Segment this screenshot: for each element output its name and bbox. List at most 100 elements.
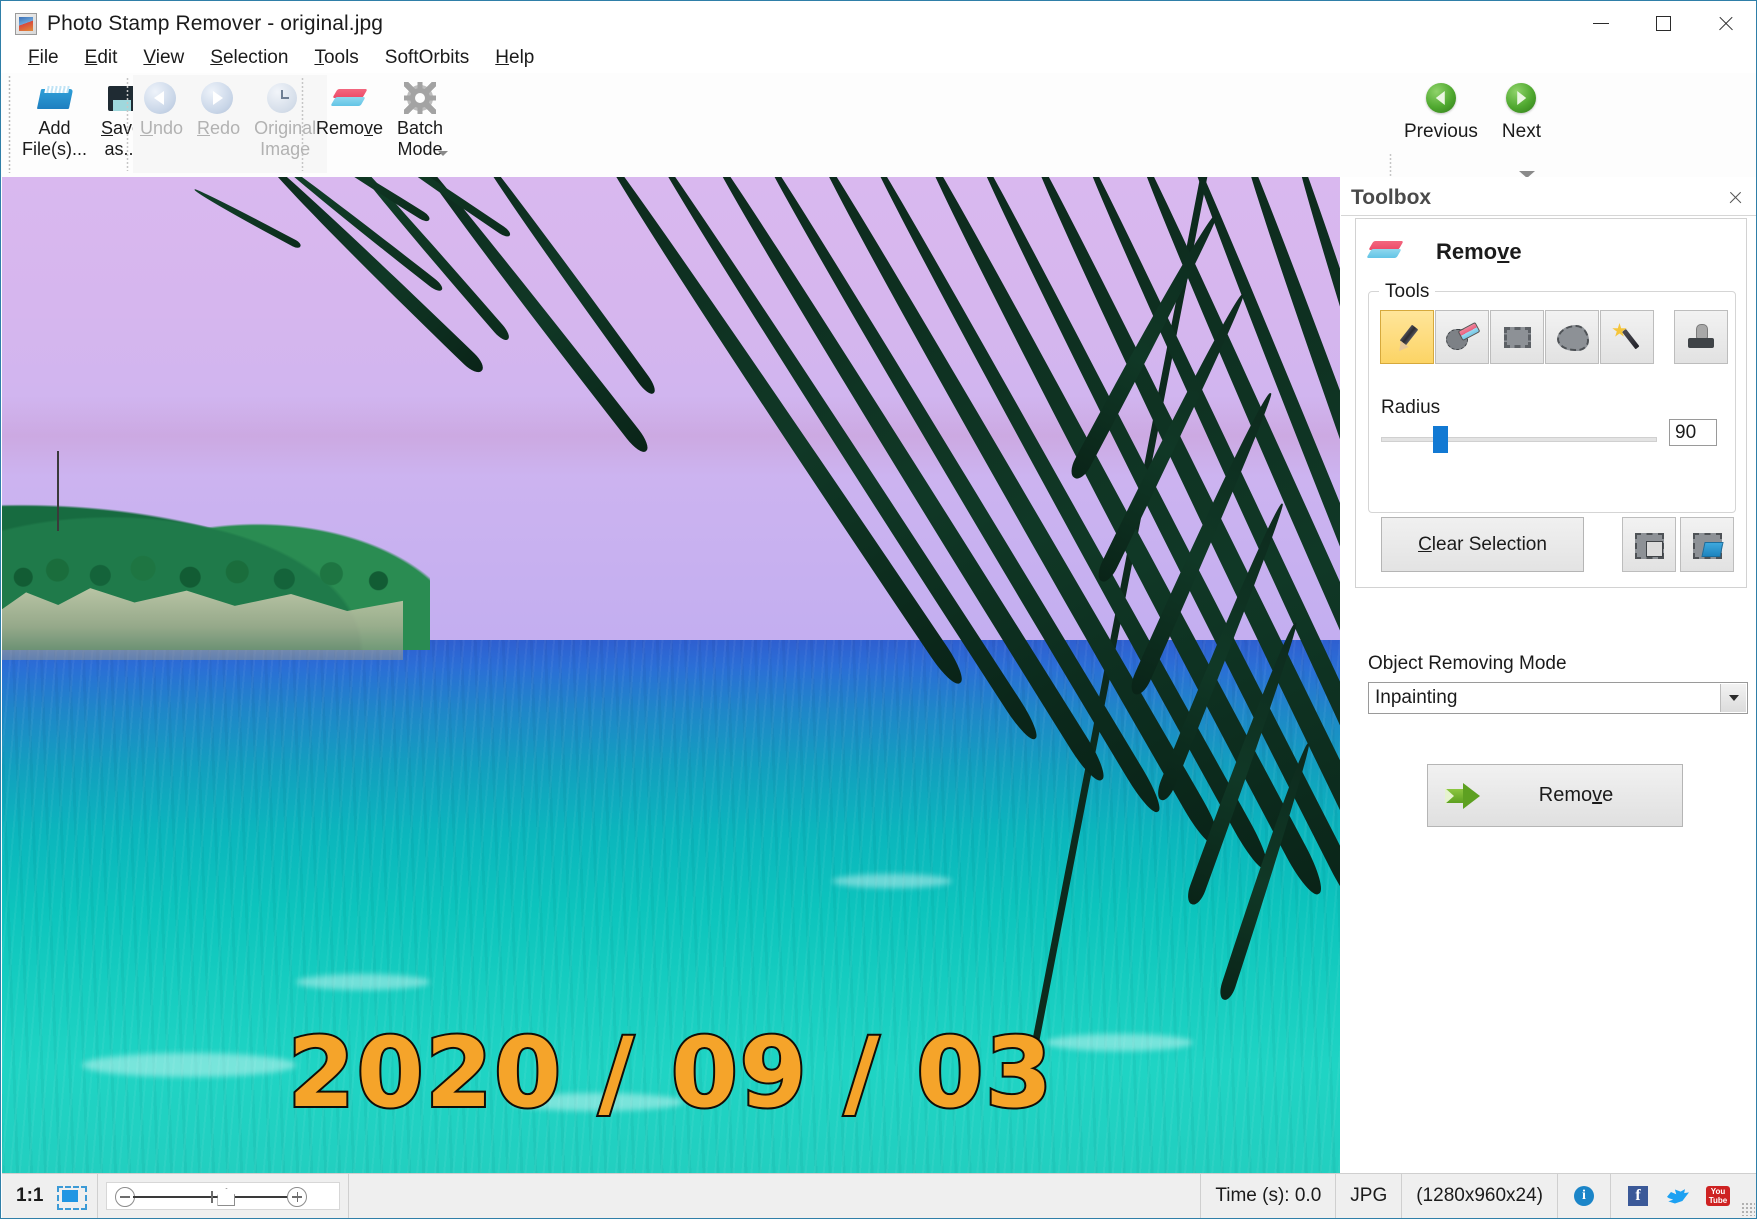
- redo-label: Redo: [197, 118, 240, 139]
- undo-arrow-icon: [144, 81, 180, 115]
- menu-item-help[interactable]: Help: [482, 45, 547, 71]
- eraser-tool-icon: [1446, 322, 1478, 352]
- lasso-tool-button[interactable]: [1545, 310, 1599, 364]
- ribbon-group-history: Undo Redo Original Image: [133, 75, 327, 173]
- object-removing-mode-label: Object Removing Mode: [1368, 653, 1567, 675]
- app-icon: [15, 13, 37, 35]
- undo-label: Undo: [140, 118, 183, 139]
- remove-action-button[interactable]: Remove: [1427, 764, 1683, 827]
- window-controls: [1570, 1, 1756, 46]
- fit-to-screen-icon: [57, 1186, 83, 1206]
- menu-item-softorbits[interactable]: SoftOrbits: [372, 45, 482, 71]
- youtube-button[interactable]: You Tube: [1705, 1183, 1731, 1209]
- eraser-tool-button[interactable]: [1435, 310, 1489, 364]
- tools-group-legend: Tools: [1379, 281, 1435, 303]
- twitter-button[interactable]: [1665, 1183, 1691, 1209]
- status-bar: 1:1 Time (s): 0.0 JPG (1280x960x24) i f: [2, 1173, 1757, 1218]
- toolbox-close-button[interactable]: [1722, 185, 1748, 209]
- facebook-button[interactable]: f: [1625, 1183, 1651, 1209]
- stamp-tool-button[interactable]: [1674, 310, 1728, 364]
- object-removing-mode-select[interactable]: Inpainting: [1368, 682, 1748, 714]
- menu-item-selection[interactable]: Selection: [197, 45, 301, 71]
- green-right-arrow-icon: [1506, 83, 1536, 113]
- status-bar-spacer: [349, 1174, 1201, 1219]
- minimize-button[interactable]: [1570, 1, 1632, 46]
- fit-to-screen-button[interactable]: [53, 1174, 98, 1219]
- rectangle-tool-button[interactable]: [1490, 310, 1544, 364]
- close-icon: [1717, 15, 1734, 32]
- remove-card-title: Remove: [1436, 239, 1522, 265]
- folder-icon: [37, 81, 73, 115]
- remove-action-label: Remove: [1470, 784, 1682, 807]
- zoom-out-icon[interactable]: [115, 1187, 135, 1207]
- eraser-icon: [1368, 233, 1408, 271]
- brush-tool-button[interactable]: [1380, 310, 1434, 364]
- pencil-icon: [1392, 322, 1422, 352]
- redo-button[interactable]: Redo: [190, 75, 247, 139]
- redo-arrow-icon: [201, 81, 237, 115]
- radius-slider-track: [1381, 437, 1657, 442]
- chevron-down-icon[interactable]: [1720, 684, 1746, 712]
- tool-button-row: [1380, 310, 1654, 364]
- ribbon-separator-1: [126, 77, 129, 171]
- zoom-slider-thumb[interactable]: [217, 1188, 235, 1206]
- menu-item-view[interactable]: View: [130, 45, 197, 71]
- toolbox-title: Toolbox: [1351, 186, 1431, 210]
- minimize-icon: [1593, 23, 1609, 24]
- chevron-down-icon[interactable]: [438, 151, 448, 156]
- ribbon-toolbar: Add File(s)... Saveas... Undo Redo Origi…: [1, 73, 1756, 177]
- zoom-slider[interactable]: [106, 1182, 340, 1210]
- save-selection-icon: [1635, 533, 1663, 557]
- previous-label: Previous: [1404, 121, 1478, 143]
- maximize-button[interactable]: [1632, 1, 1694, 46]
- menu-item-tools[interactable]: Tools: [301, 45, 371, 71]
- zoom-slider-track: [133, 1196, 293, 1198]
- image-canvas[interactable]: 2020 / 09 / 03: [2, 177, 1340, 1173]
- menu-bar: File Edit View Selection Tools SoftOrbit…: [1, 43, 1756, 73]
- next-label: Next: [1502, 121, 1541, 143]
- info-button[interactable]: i: [1558, 1174, 1611, 1219]
- previous-button[interactable]: Previous: [1404, 83, 1478, 143]
- eraser-icon: [332, 81, 368, 115]
- menu-item-edit[interactable]: Edit: [72, 45, 131, 71]
- rectangle-select-icon: [1504, 327, 1531, 348]
- close-button[interactable]: [1694, 1, 1756, 46]
- next-button[interactable]: Next: [1502, 83, 1541, 143]
- radius-label: Radius: [1381, 397, 1440, 419]
- tools-groupbox: Tools: [1368, 291, 1736, 513]
- zoom-in-icon[interactable]: [287, 1187, 307, 1207]
- gear-icon: [402, 81, 438, 115]
- radius-value-input[interactable]: 90: [1669, 419, 1717, 446]
- radius-slider-thumb[interactable]: [1433, 426, 1448, 453]
- window-title: Photo Stamp Remover - original.jpg: [47, 12, 383, 36]
- load-selection-button[interactable]: [1680, 517, 1734, 572]
- original-image-label: Original Image: [254, 118, 316, 160]
- save-selection-button[interactable]: [1622, 517, 1676, 572]
- batch-mode-label: Batch Mode: [397, 118, 443, 160]
- object-removing-mode-value: Inpainting: [1369, 687, 1457, 709]
- clock-icon: [267, 81, 303, 115]
- ribbon-drag-handle[interactable]: [8, 75, 11, 173]
- stamp-icon: [1687, 323, 1715, 351]
- remove-ribbon-button[interactable]: Remove: [309, 75, 390, 139]
- menu-item-file[interactable]: File: [15, 45, 72, 71]
- twitter-icon: [1667, 1187, 1689, 1205]
- radius-slider[interactable]: [1381, 429, 1657, 449]
- photo-image: 2020 / 09 / 03: [2, 177, 1340, 1173]
- clear-selection-button[interactable]: Clear Selection: [1381, 517, 1584, 572]
- undo-button[interactable]: Undo: [133, 75, 190, 139]
- resize-grip[interactable]: [1741, 1202, 1755, 1216]
- green-double-arrow-icon: [1444, 782, 1484, 810]
- remove-ribbon-label: Remove: [316, 118, 383, 139]
- zoom-slider-cell: [98, 1174, 349, 1219]
- load-selection-icon: [1693, 533, 1721, 557]
- green-left-arrow-icon: [1426, 83, 1456, 113]
- zoom-ratio-label[interactable]: 1:1: [2, 1174, 53, 1219]
- toolbox-divider: [1341, 215, 1756, 216]
- batch-mode-button[interactable]: Batch Mode: [390, 75, 450, 160]
- remove-card-header: Remove: [1368, 233, 1522, 271]
- add-files-button[interactable]: Add File(s)...: [15, 75, 94, 160]
- magic-wand-icon: [1612, 322, 1642, 352]
- magic-wand-tool-button[interactable]: [1600, 310, 1654, 364]
- close-icon: [1728, 190, 1742, 204]
